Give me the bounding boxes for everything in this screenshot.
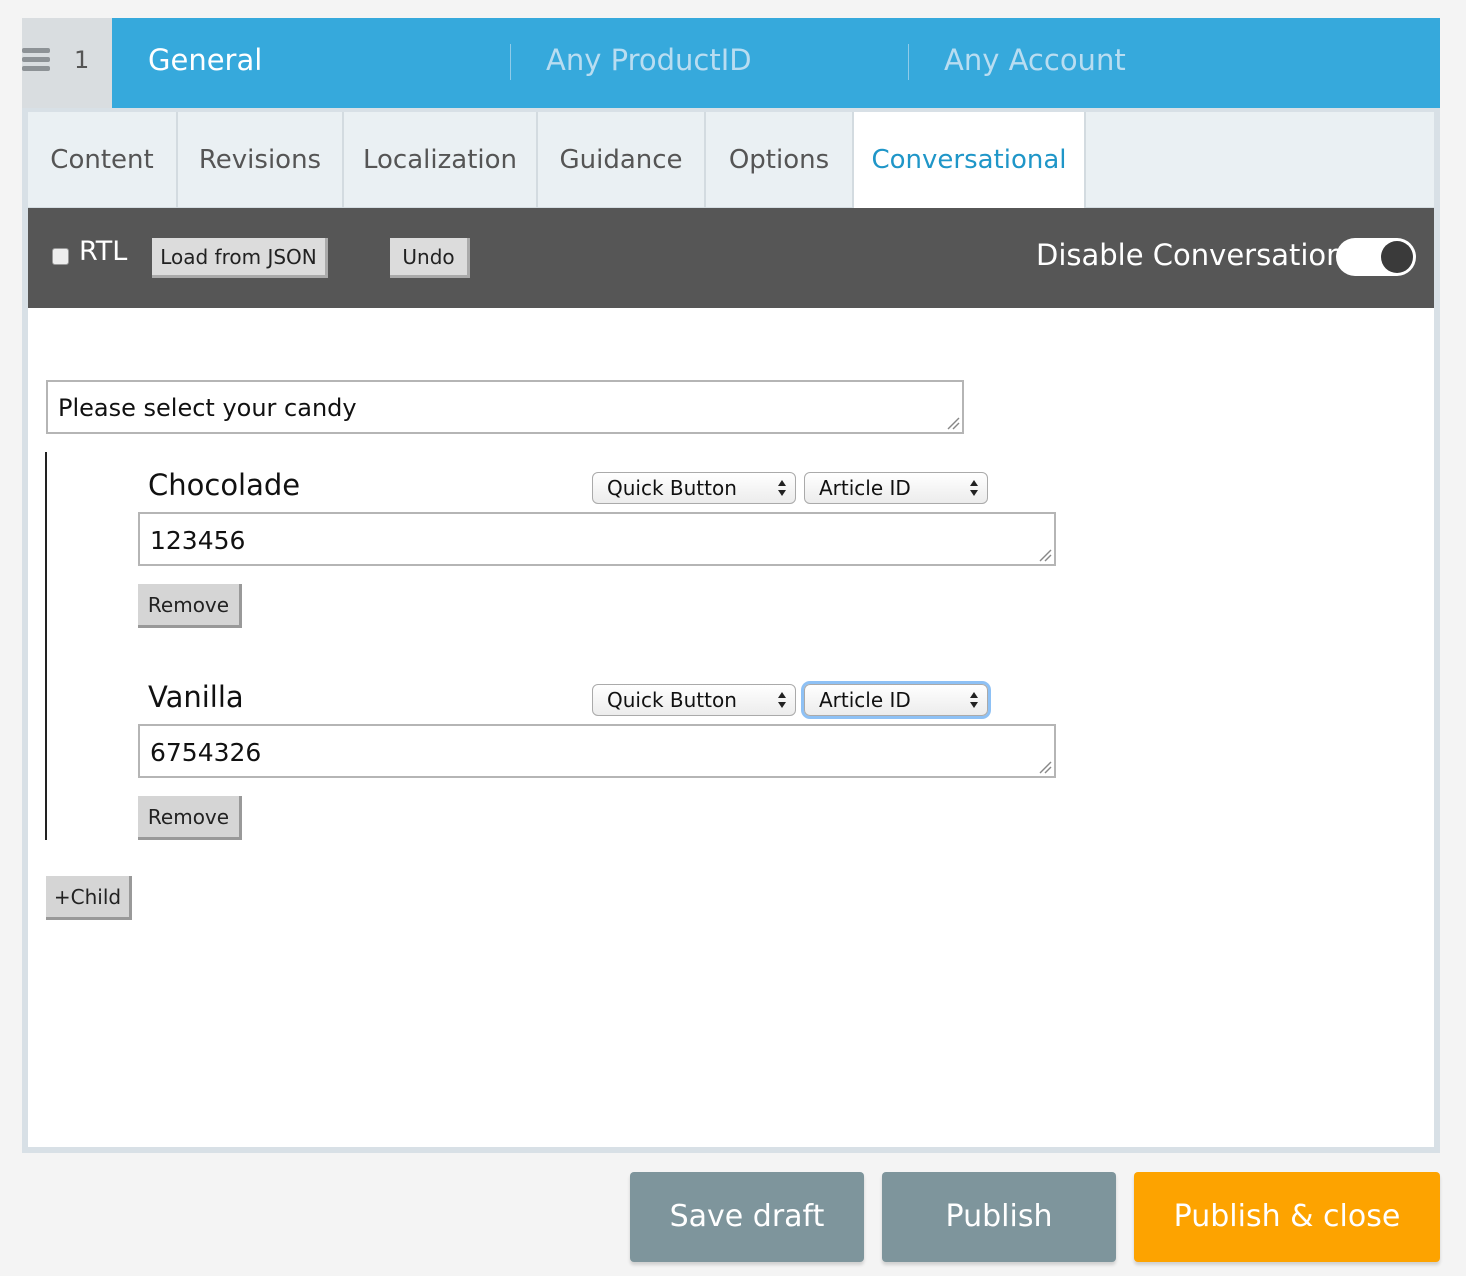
child-value-textarea[interactable]: 123456 [138, 512, 1056, 566]
select-arrows-icon [778, 480, 786, 496]
add-child-button[interactable]: +Child [46, 876, 132, 920]
child-value-textarea[interactable]: 6754326 [138, 724, 1056, 778]
resize-handle-icon[interactable] [1038, 760, 1052, 774]
load-from-json-button[interactable]: Load from JSON [152, 238, 328, 278]
question-text: Please select your candy [58, 394, 357, 422]
select-arrows-icon [778, 692, 786, 708]
resize-handle-icon[interactable] [1038, 548, 1052, 562]
child-type-value: Quick Button [607, 476, 737, 500]
editor-inner: Content Revisions Localization Guidance … [28, 112, 1434, 1147]
tab-localization[interactable]: Localization [344, 112, 538, 208]
question-textarea[interactable]: Please select your candy [46, 380, 964, 434]
child-link-type-value: Article ID [819, 688, 911, 712]
disable-conversation-label: Disable Conversation [1036, 238, 1345, 272]
conversation-toolbar: RTL Load from JSON Undo Disable Conversa… [28, 208, 1434, 308]
children-indent-line [45, 452, 47, 840]
save-draft-button[interactable]: Save draft [630, 1172, 864, 1262]
rtl-label: RTL [79, 236, 128, 267]
child-link-type-select[interactable]: Article ID [804, 684, 988, 716]
undo-button[interactable]: Undo [390, 238, 470, 278]
header-divider [510, 44, 511, 80]
child-name: Chocolade [148, 468, 301, 502]
tab-guidance[interactable]: Guidance [538, 112, 706, 208]
resize-handle-icon[interactable] [946, 416, 960, 430]
row-number: 1 [74, 46, 90, 74]
select-arrows-icon [970, 480, 978, 496]
row-number-cell: 1 [22, 18, 112, 108]
select-arrows-icon [970, 692, 978, 708]
tab-content[interactable]: Content [28, 112, 178, 208]
tab-conversational[interactable]: Conversational [854, 112, 1086, 209]
account-selector[interactable]: Any Account [944, 40, 1126, 80]
remove-child-button[interactable]: Remove [138, 584, 242, 628]
product-selector[interactable]: Any ProductID [546, 40, 752, 80]
remove-child-button[interactable]: Remove [138, 796, 242, 840]
child-type-select[interactable]: Quick Button [592, 684, 796, 716]
toggle-knob [1381, 241, 1413, 273]
tab-bar: Content Revisions Localization Guidance … [28, 112, 1434, 209]
child-name: Vanilla [148, 680, 244, 714]
publish-and-close-button[interactable]: Publish & close [1134, 1172, 1440, 1262]
rtl-checkbox[interactable] [52, 248, 69, 265]
disable-conversation-toggle[interactable] [1336, 238, 1416, 276]
drag-handle-icon[interactable] [22, 48, 50, 76]
tab-options[interactable]: Options [706, 112, 854, 208]
category-label[interactable]: General [148, 40, 262, 80]
child-link-type-select[interactable]: Article ID [804, 472, 988, 504]
editor-panel: Content Revisions Localization Guidance … [22, 108, 1440, 1153]
child-value-text: 6754326 [150, 738, 262, 767]
child-value-text: 123456 [150, 526, 246, 555]
rule-header: 1 General Any ProductID Any Account [22, 18, 1440, 108]
child-type-value: Quick Button [607, 688, 737, 712]
publish-button[interactable]: Publish [882, 1172, 1116, 1262]
child-type-select[interactable]: Quick Button [592, 472, 796, 504]
child-link-type-value: Article ID [819, 476, 911, 500]
header-divider [908, 44, 909, 80]
tab-revisions[interactable]: Revisions [178, 112, 344, 208]
